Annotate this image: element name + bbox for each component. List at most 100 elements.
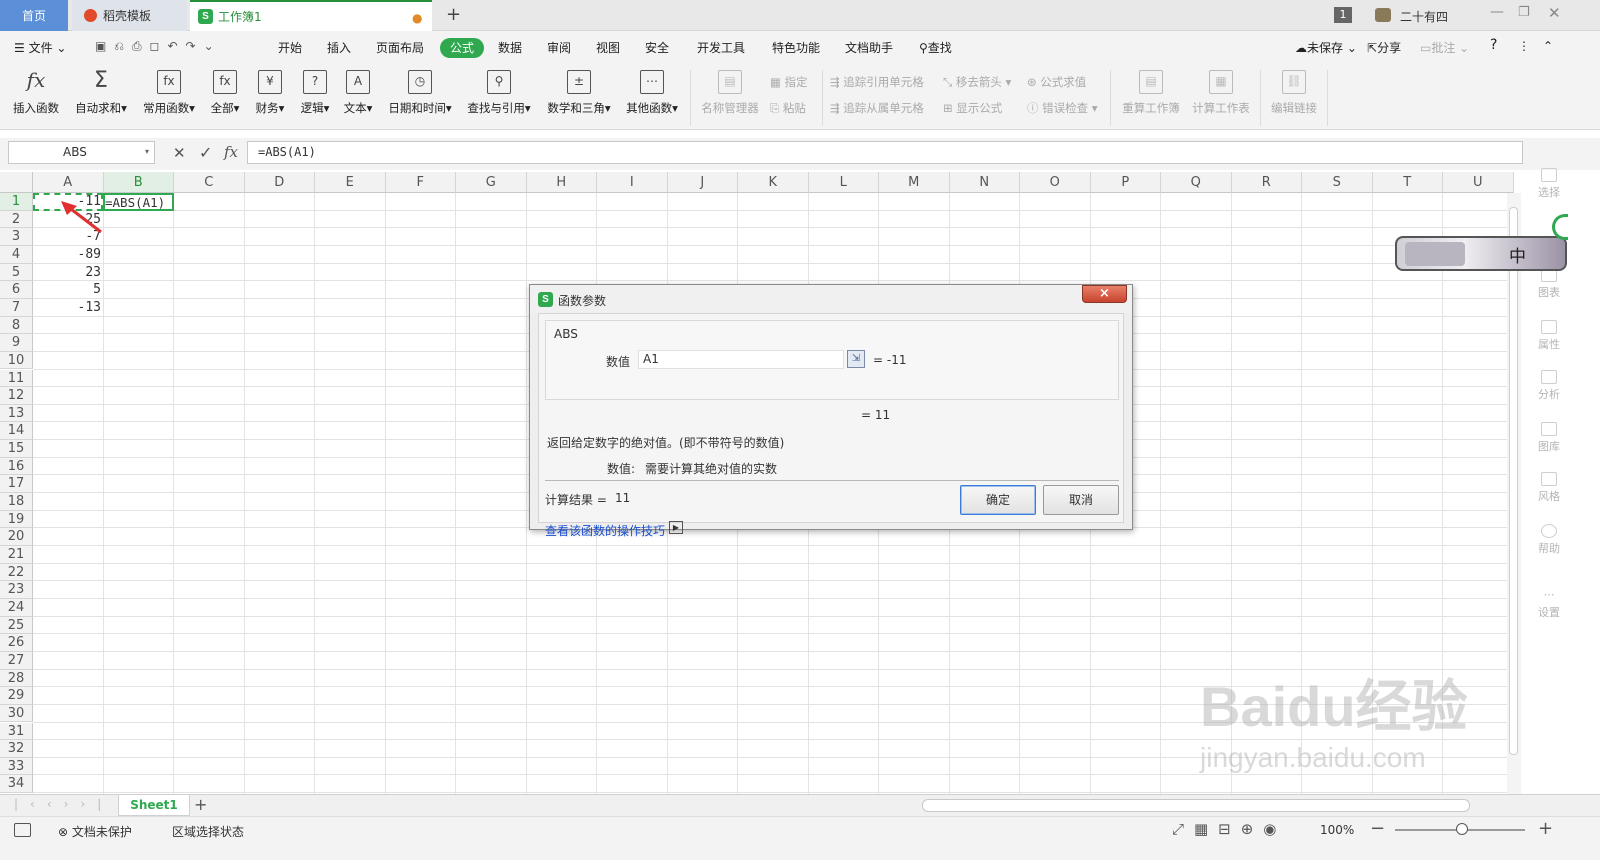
- menu-formula[interactable]: 公式: [440, 38, 484, 58]
- row-header[interactable]: 32: [0, 740, 33, 758]
- ok-button[interactable]: 确定: [960, 485, 1036, 515]
- all-functions-button[interactable]: fx 全部▾: [207, 70, 243, 116]
- cell-a7[interactable]: -13: [33, 300, 101, 315]
- menu-security[interactable]: 安全: [645, 39, 669, 56]
- row-header[interactable]: 26: [0, 634, 33, 652]
- new-tab-button[interactable]: +: [446, 4, 461, 25]
- recalc-workbook-button[interactable]: ▤ 重算工作簿: [1120, 70, 1182, 116]
- specify-button[interactable]: ▦ 指定: [770, 74, 808, 90]
- sheet-tab-sheet1[interactable]: Sheet1: [118, 795, 190, 816]
- trace-dependents-button[interactable]: ⇶ 追踪从属单元格: [830, 100, 924, 116]
- side-properties-button[interactable]: 属性: [1530, 320, 1568, 352]
- menu-start[interactable]: 开始: [278, 39, 302, 56]
- cancel-edit-icon[interactable]: ✕: [173, 144, 186, 162]
- row-header[interactable]: 18: [0, 493, 33, 511]
- cell-a5[interactable]: 23: [33, 265, 101, 280]
- column-header[interactable]: H: [526, 172, 597, 193]
- menu-review[interactable]: 审阅: [547, 39, 571, 56]
- help-link[interactable]: 查看该函数的操作技巧: [545, 522, 665, 539]
- dialog-title-bar[interactable]: S 函数参数 ×: [530, 285, 1132, 313]
- search-menu[interactable]: ⚲查找: [919, 39, 952, 56]
- menu-view[interactable]: 视图: [596, 39, 620, 56]
- lookup-button[interactable]: ⚲ 查找与引用▾: [464, 70, 534, 116]
- row-header[interactable]: 23: [0, 581, 33, 599]
- menu-data[interactable]: 数据: [498, 39, 522, 56]
- cancel-button[interactable]: 取消: [1043, 485, 1119, 515]
- column-header[interactable]: S: [1302, 172, 1373, 193]
- row-header[interactable]: 31: [0, 722, 33, 741]
- calc-sheet-button[interactable]: ▦ 计算工作表: [1190, 70, 1252, 116]
- column-header[interactable]: J: [667, 172, 738, 193]
- insert-function-button[interactable]: fx 插入函数: [10, 70, 62, 116]
- column-header[interactable]: B: [103, 172, 174, 193]
- vertical-scrollbar[interactable]: [1507, 193, 1521, 794]
- view-mode-icons[interactable]: ⤢▦⊟⊕◉: [1172, 820, 1286, 838]
- column-header[interactable]: D: [244, 172, 315, 193]
- row-header[interactable]: 11: [0, 369, 33, 388]
- row-header[interactable]: 24: [0, 598, 33, 617]
- error-check-button[interactable]: ⓘ 错误检查 ▾: [1027, 100, 1098, 116]
- common-functions-button[interactable]: fx 常用函数▾: [140, 70, 198, 116]
- row-header[interactable]: 9: [0, 334, 33, 352]
- fx-icon[interactable]: fx: [224, 143, 238, 161]
- menu-insert[interactable]: 插入: [327, 39, 351, 56]
- logic-button[interactable]: ? 逻辑▾: [297, 70, 333, 116]
- share-button[interactable]: ⇱分享: [1367, 39, 1401, 56]
- tab-templates[interactable]: 稻壳模板: [72, 0, 187, 31]
- row-header[interactable]: 6: [0, 281, 33, 299]
- row-header[interactable]: 8: [0, 316, 33, 335]
- close-window-button[interactable]: ✕: [1548, 4, 1561, 22]
- zoom-slider-handle[interactable]: [1456, 823, 1468, 835]
- autosum-button[interactable]: Σ 自动求和▾: [72, 70, 130, 116]
- range-picker-icon[interactable]: ⇲: [847, 350, 865, 368]
- zoom-in-button[interactable]: +: [1538, 818, 1553, 839]
- more-icon[interactable]: ⋮: [1518, 39, 1530, 53]
- dialog-close-button[interactable]: ×: [1082, 285, 1127, 303]
- row-header[interactable]: 30: [0, 704, 33, 723]
- row-header[interactable]: 29: [0, 687, 33, 705]
- row-header[interactable]: 33: [0, 757, 33, 776]
- name-manager-button[interactable]: ▤ 名称管理器: [700, 70, 760, 116]
- date-time-button[interactable]: ◷ 日期和时间▾: [385, 70, 455, 116]
- avatar[interactable]: [1375, 8, 1391, 22]
- column-header[interactable]: L: [808, 172, 879, 193]
- column-header[interactable]: F: [385, 172, 456, 193]
- row-header[interactable]: 14: [0, 422, 33, 441]
- other-functions-button[interactable]: ⋯ 其他函数▾: [623, 70, 681, 116]
- collapse-ribbon-icon[interactable]: ⌃: [1543, 39, 1553, 53]
- tab-home[interactable]: 首页: [0, 0, 68, 31]
- side-select-button[interactable]: 选择: [1530, 168, 1568, 200]
- sheet-nav-icons[interactable]: |‹‹››|: [14, 797, 113, 811]
- column-header[interactable]: I: [597, 172, 668, 193]
- row-header[interactable]: 25: [0, 616, 33, 635]
- column-header[interactable]: O: [1020, 172, 1091, 193]
- status-display-icon[interactable]: [14, 823, 31, 837]
- row-header[interactable]: 16: [0, 457, 33, 476]
- vertical-scroll-thumb[interactable]: [1509, 207, 1518, 755]
- tab-workbook[interactable]: S 工作簿1 ●: [190, 0, 432, 31]
- side-help-button[interactable]: 帮助: [1530, 524, 1568, 556]
- remove-arrows-button[interactable]: ⤡ 移去箭头 ▾: [943, 74, 1011, 90]
- row-header[interactable]: 3: [0, 228, 33, 246]
- restore-button[interactable]: ❐: [1518, 5, 1530, 20]
- row-header[interactable]: 7: [0, 298, 33, 317]
- column-header[interactable]: R: [1231, 172, 1302, 193]
- menu-features[interactable]: 特色功能: [772, 39, 820, 56]
- row-header[interactable]: 19: [0, 510, 33, 529]
- window-count-badge[interactable]: 1: [1334, 7, 1352, 23]
- comment-button[interactable]: ▭批注 ⌄: [1420, 39, 1469, 56]
- row-header[interactable]: 2: [0, 210, 33, 229]
- paste-button[interactable]: ⎘ 粘贴: [770, 100, 806, 116]
- zoom-level[interactable]: 100%: [1320, 823, 1354, 837]
- evaluate-formula-button[interactable]: ⊛ 公式求值: [1027, 74, 1086, 90]
- menu-doc-assistant[interactable]: 文档助手: [845, 39, 893, 56]
- row-header[interactable]: 17: [0, 475, 33, 494]
- column-header[interactable]: U: [1443, 172, 1514, 193]
- help-button[interactable]: ?: [1490, 37, 1497, 53]
- column-header[interactable]: E: [315, 172, 386, 193]
- zoom-out-button[interactable]: −: [1370, 818, 1385, 839]
- name-box[interactable]: ABS: [8, 141, 155, 164]
- column-header[interactable]: A: [33, 172, 104, 193]
- file-menu[interactable]: ☰ 文件 ⌄: [14, 39, 66, 56]
- column-header[interactable]: C: [174, 172, 245, 193]
